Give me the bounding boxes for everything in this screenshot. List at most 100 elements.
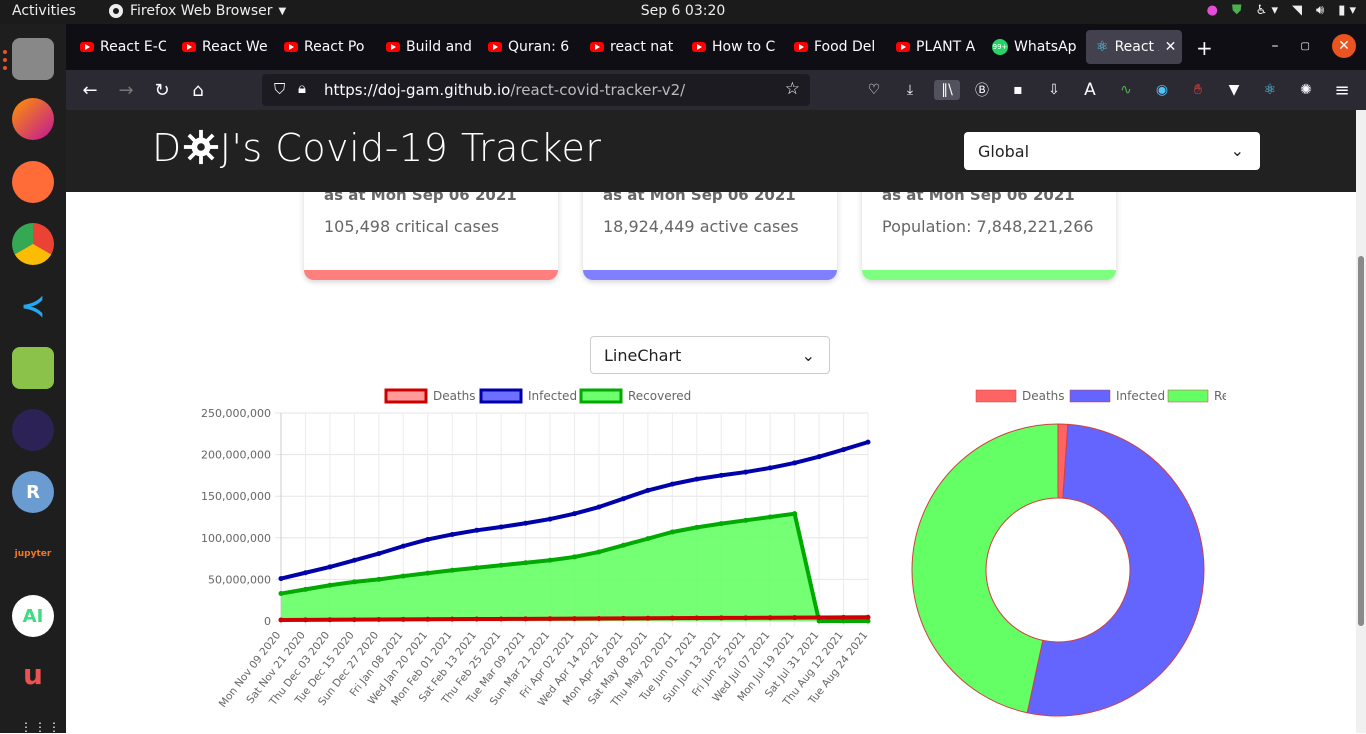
minimize-icon[interactable]: – bbox=[1272, 38, 1279, 54]
eclipse-icon[interactable] bbox=[12, 409, 54, 451]
shield-icon[interactable]: ⛉ bbox=[274, 80, 285, 98]
legend-swatch bbox=[479, 388, 523, 404]
tab[interactable]: PLANT A bbox=[886, 30, 982, 64]
y-tick-label: 150,000,000 bbox=[201, 490, 271, 503]
card-accent-bar bbox=[304, 270, 558, 280]
firefox-tray-icon[interactable]: ● bbox=[1207, 3, 1218, 18]
card-stat: Population: 7,848,221,266 bbox=[882, 217, 1094, 236]
chrome-icon[interactable] bbox=[12, 223, 54, 265]
tab[interactable]: React E-C bbox=[70, 30, 166, 64]
window-controls: – ▢ ✕ bbox=[1272, 34, 1356, 58]
library-icon[interactable]: ∥\ bbox=[934, 80, 960, 100]
forward-icon[interactable]: → bbox=[114, 78, 138, 102]
line-chart: 0 50,000,000 100,000,000 150,000,000 200,000… bbox=[201, 388, 871, 710]
back-icon[interactable]: ← bbox=[78, 78, 102, 102]
tab[interactable]: 99+ WhatsAp bbox=[982, 30, 1082, 64]
vscode-icon[interactable]: ≺ bbox=[12, 285, 54, 327]
tab[interactable]: React We bbox=[172, 30, 268, 64]
data-point bbox=[596, 549, 602, 555]
data-point bbox=[547, 557, 553, 563]
extension-globe-icon[interactable]: ◉ bbox=[1152, 80, 1172, 100]
extension-hand-icon[interactable]: ✋︎ bbox=[1188, 80, 1208, 100]
lock-icon[interactable]: 🔒︎ bbox=[298, 79, 306, 97]
bookmark-star-icon[interactable]: ☆ bbox=[785, 79, 800, 99]
tab[interactable]: React Po bbox=[274, 30, 370, 64]
country-select[interactable]: Global ⌄ bbox=[964, 132, 1260, 170]
close-tab-icon[interactable]: ✕ bbox=[1165, 39, 1177, 55]
extension-a-icon[interactable]: A bbox=[1080, 80, 1100, 100]
legend-label: Infected bbox=[528, 389, 577, 403]
shield-icon[interactable]: ⛊ bbox=[1232, 3, 1242, 18]
data-point bbox=[474, 565, 480, 571]
data-point bbox=[669, 481, 675, 487]
maximize-icon[interactable]: ▢ bbox=[1301, 41, 1310, 52]
show-apps-icon[interactable]: ⋮⋮⋮ bbox=[20, 720, 62, 734]
volume-icon[interactable]: 🔊︎ bbox=[1316, 3, 1324, 18]
data-point bbox=[694, 476, 700, 482]
data-point bbox=[498, 616, 504, 622]
firefox-dock-icon[interactable] bbox=[12, 98, 54, 140]
extension-colorwheel-icon[interactable]: ✺ bbox=[1296, 80, 1316, 100]
data-point bbox=[278, 617, 284, 623]
page-scrollbar[interactable] bbox=[1356, 110, 1366, 733]
data-point bbox=[865, 439, 871, 445]
tab-active[interactable]: ⚛ React A ✕ bbox=[1086, 30, 1182, 64]
extension-audio-icon[interactable]: ∿ bbox=[1116, 80, 1136, 100]
reload-icon[interactable]: ↻ bbox=[150, 78, 174, 102]
udemy-icon[interactable]: u bbox=[12, 653, 54, 695]
youtube-icon bbox=[488, 42, 502, 52]
data-point bbox=[572, 511, 577, 517]
data-point bbox=[669, 529, 675, 535]
extension-gray-icon[interactable]: ▪ bbox=[1008, 80, 1028, 100]
dock: ≺ R jupyter AI u ⋮⋮⋮ bbox=[0, 24, 66, 734]
extension-react-icon[interactable]: ⚛ bbox=[1260, 80, 1280, 100]
android-studio-icon[interactable]: AI bbox=[12, 595, 54, 637]
data-point bbox=[474, 616, 480, 622]
data-point bbox=[816, 614, 822, 620]
new-tab-button[interactable]: + bbox=[1196, 36, 1213, 60]
home-icon[interactable]: ⌂ bbox=[186, 78, 210, 102]
data-point bbox=[718, 615, 724, 621]
address-bar[interactable]: ⛉ 🔒︎ https://doj-gam.github.io/react-cov… bbox=[262, 74, 810, 106]
legend-label: Deaths bbox=[1022, 389, 1065, 403]
system-tray[interactable]: ● ⛊ ♿ ▾ ◥ 🔊︎ ▮ ▾ bbox=[1207, 3, 1356, 18]
country-select-value: Global bbox=[978, 142, 1030, 161]
y-tick-label: 250,000,000 bbox=[201, 407, 271, 420]
tab[interactable]: react nat bbox=[580, 30, 676, 64]
data-point bbox=[645, 487, 651, 493]
data-point bbox=[351, 617, 357, 623]
menu-icon[interactable]: ≡ bbox=[1332, 80, 1352, 101]
download-icon[interactable]: ⤓ bbox=[900, 80, 920, 100]
r-icon[interactable]: R bbox=[12, 471, 54, 513]
battery-icon[interactable]: ▮ ▾ bbox=[1338, 3, 1356, 18]
tab[interactable]: How to C bbox=[682, 30, 778, 64]
pocket-icon[interactable]: ♡ bbox=[864, 80, 884, 100]
card-accent-bar bbox=[583, 270, 837, 280]
app-menu-label: Firefox Web Browser bbox=[130, 3, 273, 19]
scrollbar-thumb[interactable] bbox=[1358, 256, 1364, 626]
wifi-icon[interactable]: ◥ bbox=[1292, 3, 1302, 18]
card-stat: 105,498 critical cases bbox=[324, 217, 500, 236]
extension-download-icon[interactable]: ⇩ bbox=[1044, 80, 1064, 100]
extension-vue-icon[interactable]: ▼ bbox=[1224, 80, 1244, 100]
tab[interactable]: Food Del bbox=[784, 30, 880, 64]
jupyter-icon[interactable]: jupyter bbox=[12, 533, 54, 575]
data-point bbox=[449, 616, 455, 622]
close-window-icon[interactable]: ✕ bbox=[1332, 34, 1356, 58]
doughnut-chart: Deaths Infected Recovered bbox=[911, 389, 1226, 717]
url-text: https://doj-gam.github.io/react-covid-tr… bbox=[324, 81, 686, 99]
chart-type-select[interactable]: LineChart ⌄ bbox=[590, 336, 830, 374]
extension-b-icon[interactable]: Ⓑ bbox=[972, 80, 992, 100]
tab[interactable]: Quran: 6 bbox=[478, 30, 574, 64]
activities-button[interactable]: Activities bbox=[12, 3, 76, 19]
accessibility-icon[interactable]: ♿ ▾ bbox=[1256, 3, 1278, 18]
site-title[interactable]: D J's Covid-19 Tracker bbox=[152, 126, 601, 170]
postman-icon[interactable] bbox=[12, 161, 54, 203]
tab[interactable]: Build and bbox=[376, 30, 472, 64]
firefox-icon bbox=[109, 4, 123, 18]
netbeans-icon[interactable] bbox=[12, 347, 54, 389]
files-icon[interactable] bbox=[12, 38, 54, 80]
data-point bbox=[767, 465, 773, 471]
app-menu[interactable]: Firefox Web Browser ▼ bbox=[108, 3, 286, 19]
card-accent-bar bbox=[862, 270, 1116, 280]
